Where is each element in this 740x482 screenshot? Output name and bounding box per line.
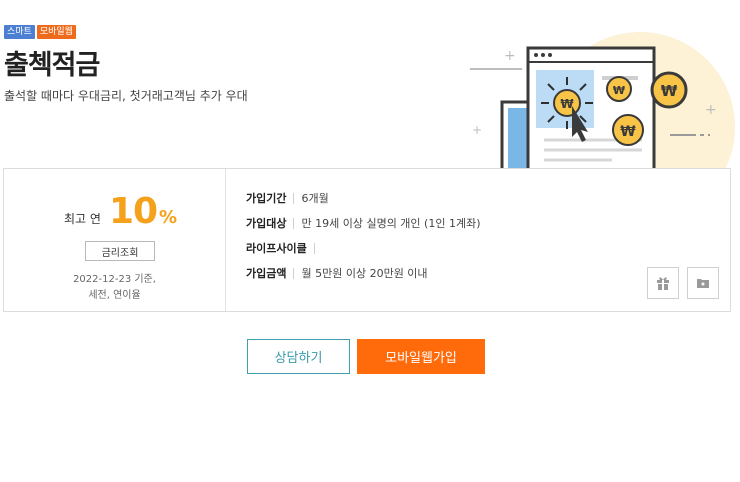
product-details: 가입기간 6개월 가입대상 만 19세 이상 실명의 개인 (1인 1계좌) 라…	[246, 191, 480, 291]
rate-label: 최고 연	[64, 212, 101, 226]
rate-value: 10	[108, 191, 158, 232]
mobile-web-join-button[interactable]: 모바일웹가입	[357, 339, 485, 374]
detail-row-eligibility: 가입대상 만 19세 이상 실명의 개인 (1인 1계좌)	[246, 216, 480, 230]
product-summary-panel: 최고 연 10 % 금리조회 2022-12-23 기준, 세전, 연이율 가입…	[3, 168, 731, 312]
detail-value: 월 5만원 이상 20만원 이내	[301, 267, 428, 280]
detail-row-period: 가입기간 6개월	[246, 191, 480, 205]
detail-value: 만 19세 이상 실명의 개인 (1인 1계좌)	[301, 217, 481, 230]
save-to-folder-button[interactable]	[687, 267, 719, 299]
attendance-illustration: + + + ₩ ₩ ₩ ₩	[470, 32, 735, 172]
rate-unit: %	[159, 207, 178, 228]
gift-icon	[657, 277, 669, 290]
detail-row-lifecycle: 라이프사이클	[246, 241, 480, 255]
rate-basis-date: 2022-12-23 기준,	[73, 274, 156, 285]
folder-add-icon	[697, 279, 709, 288]
gift-button[interactable]	[647, 267, 679, 299]
product-badges: 스마트 모바일웹	[4, 25, 76, 39]
detail-row-amount: 가입금액 월 5만원 이상 20만원 이내	[246, 266, 480, 280]
svg-text:₩: ₩	[620, 124, 636, 140]
svg-text:+: +	[472, 123, 482, 137]
detail-key: 라이프사이클	[246, 242, 307, 255]
detail-value: 6개월	[301, 192, 329, 205]
consult-button[interactable]: 상담하기	[247, 339, 350, 374]
detail-divider	[293, 267, 295, 279]
badge-smart: 스마트	[4, 25, 35, 39]
product-title: 출첵적금	[4, 50, 100, 81]
detail-divider	[293, 217, 295, 229]
product-subtitle: 출석할 때마다 우대금리, 첫거래고객님 추가 우대	[4, 89, 248, 103]
rate-section: 최고 연 10 % 금리조회 2022-12-23 기준, 세전, 연이율	[4, 169, 226, 311]
svg-text:₩: ₩	[661, 82, 678, 100]
rate-inquiry-button[interactable]: 금리조회	[85, 241, 155, 261]
detail-key: 가입기간	[246, 192, 287, 205]
detail-key: 가입금액	[246, 267, 287, 280]
product-header: 스마트 모바일웹 출첵적금 출석할 때마다 우대금리, 첫거래고객님 추가 우대…	[0, 0, 740, 172]
rate-basis-note: 세전, 연이율	[88, 290, 141, 301]
svg-text:+: +	[504, 48, 516, 64]
max-rate: 최고 연 10 %	[64, 191, 177, 232]
badge-mobile-web: 모바일웹	[36, 25, 76, 39]
detail-divider	[293, 192, 295, 204]
detail-divider	[313, 242, 315, 254]
detail-key: 가입대상	[246, 217, 287, 230]
svg-text:+: +	[705, 102, 717, 118]
svg-text:₩: ₩	[613, 84, 625, 97]
